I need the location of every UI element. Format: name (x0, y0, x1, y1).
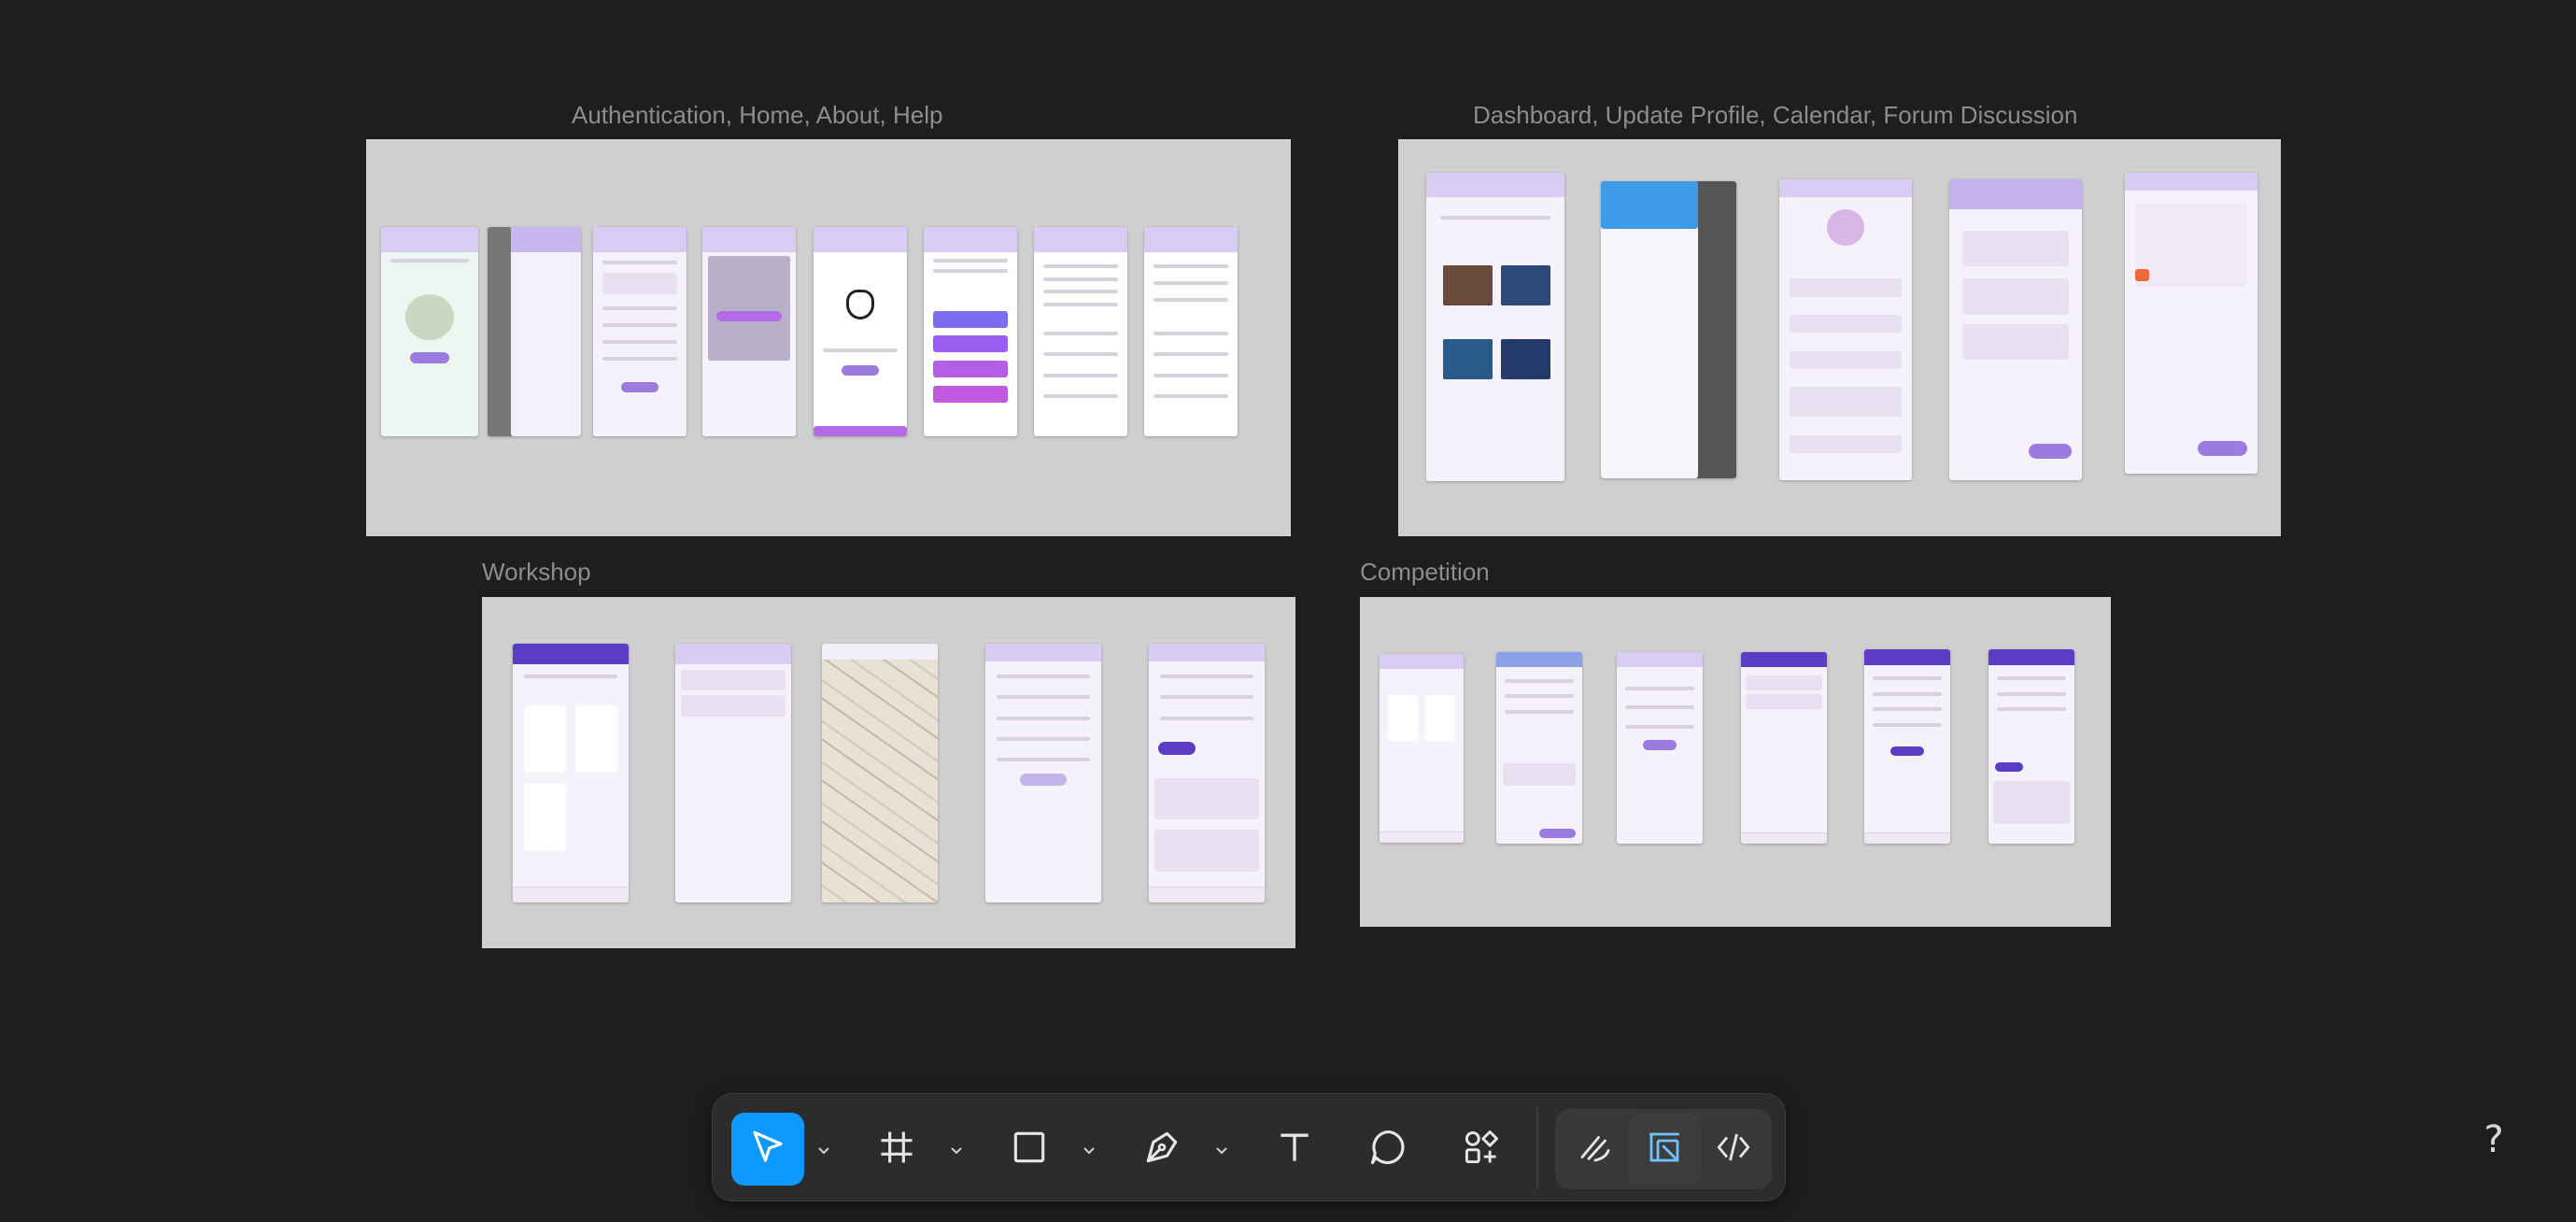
toolbar-divider (1536, 1107, 1538, 1189)
section-title-workshop[interactable]: Workshop (482, 558, 591, 587)
chevron-down-icon (1083, 1147, 1095, 1155)
screen-admin-workshop[interactable] (985, 644, 1101, 902)
screen-sign-up[interactable] (593, 227, 686, 436)
screen-competition-list[interactable] (1380, 654, 1464, 843)
code-brackets-icon (1714, 1128, 1753, 1172)
screen-login[interactable] (702, 227, 796, 436)
bottom-toolbar (712, 1093, 1786, 1201)
pen-tool-button[interactable] (1125, 1113, 1198, 1186)
section-title-competition[interactable]: Competition (1360, 558, 1490, 587)
section-competition[interactable] (1360, 597, 2111, 927)
move-tool-dropdown[interactable] (814, 1141, 834, 1161)
screen-help[interactable] (1144, 227, 1238, 436)
chevron-down-icon (951, 1147, 962, 1155)
draw-squiggle-icon (1576, 1128, 1615, 1172)
section-title-dashboard[interactable]: Dashboard, Update Profile, Calendar, For… (1473, 101, 2077, 130)
draw-mode-button[interactable] (1559, 1113, 1632, 1186)
frame-tool-button[interactable] (860, 1113, 933, 1186)
text-tool-button[interactable] (1258, 1113, 1331, 1186)
actions-tool-button[interactable] (1445, 1113, 1518, 1186)
screen-lokasi-workshop[interactable] (822, 644, 938, 902)
section-auth[interactable] (366, 139, 1291, 536)
text-t-icon (1274, 1127, 1315, 1172)
screen-update-profile[interactable] (1779, 179, 1912, 480)
comment-bubble-icon (1367, 1127, 1408, 1172)
screen-admin-payment-workshop[interactable] (1149, 644, 1265, 902)
screen-admin-competition[interactable] (1864, 649, 1950, 844)
pointer-arrow-icon (748, 1128, 787, 1172)
screen-competition-detail[interactable] (1496, 652, 1582, 844)
mode-switcher (1555, 1109, 1772, 1189)
screen-drawer[interactable] (488, 227, 581, 436)
layout-design-icon (1645, 1128, 1684, 1172)
screen-dashboard[interactable] (1426, 173, 1564, 481)
screen-competition-cart[interactable] (1741, 652, 1827, 844)
chevron-down-icon (818, 1147, 829, 1155)
design-mode-button[interactable] (1628, 1113, 1701, 1186)
screen-calendar[interactable] (2125, 173, 2258, 474)
screen-categories-drawer[interactable] (1601, 181, 1736, 478)
pen-tool-dropdown[interactable] (1211, 1141, 1232, 1161)
section-title-auth[interactable]: Authentication, Home, About, Help (572, 101, 942, 130)
screen-competition-form[interactable] (1617, 652, 1703, 844)
help-label: ? (2484, 1118, 2504, 1161)
screen-about[interactable] (1034, 227, 1127, 436)
dev-mode-button[interactable] (1697, 1113, 1770, 1186)
section-workshop[interactable] (482, 597, 1295, 948)
screen-welcome[interactable] (381, 227, 478, 436)
chevron-down-icon (1216, 1147, 1227, 1155)
shapes-plus-icon (1461, 1127, 1502, 1172)
screen-forgot-password[interactable] (814, 227, 907, 436)
move-tool-button[interactable] (731, 1113, 804, 1186)
screen-admin-payment-competition[interactable] (1989, 649, 2074, 844)
frame-hash-icon (876, 1127, 917, 1172)
comment-tool-button[interactable] (1352, 1113, 1424, 1186)
shape-tool-button[interactable] (993, 1113, 1066, 1186)
help-button[interactable]: ? (2466, 1112, 2522, 1168)
shape-tool-dropdown[interactable] (1079, 1141, 1099, 1161)
section-dashboard[interactable] (1398, 139, 2281, 536)
rectangle-icon (1009, 1127, 1050, 1172)
screen-home[interactable] (924, 227, 1017, 436)
screen-your-cart[interactable] (675, 644, 791, 902)
frame-tool-dropdown[interactable] (946, 1141, 967, 1161)
pen-nib-icon (1141, 1127, 1182, 1172)
screen-forum-discussion[interactable] (1949, 179, 2082, 480)
screen-workshop-list[interactable] (513, 644, 629, 902)
